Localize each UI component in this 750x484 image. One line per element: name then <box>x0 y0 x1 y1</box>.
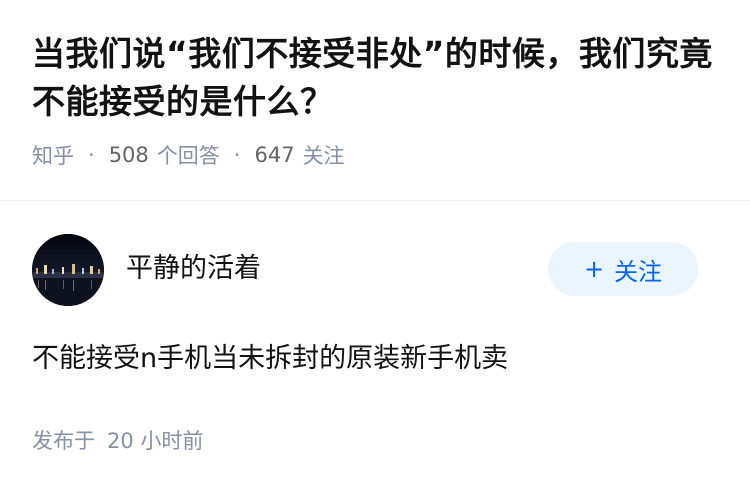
follower-count: 647 <box>254 143 295 167</box>
night-city-avatar-image <box>32 234 104 306</box>
follow-button[interactable]: + 关注 <box>548 242 698 296</box>
platform-name[interactable]: 知乎 <box>32 140 74 170</box>
avatar[interactable] <box>32 234 104 306</box>
separator-dot: · <box>233 143 241 167</box>
plus-icon: + <box>583 255 605 283</box>
answer-card: 平静的活着 + 关注 不能接受n手机当未拆封的原装新手机卖 发布于 20 小时前 <box>0 201 750 455</box>
author-name[interactable]: 平静的活着 <box>126 246 261 285</box>
answer-content[interactable]: 不能接受n手机当未拆封的原装新手机卖 <box>32 339 718 379</box>
follow-button-label: 关注 <box>614 257 663 286</box>
question-title[interactable]: 当我们说“我们不接受非处”的时候，我们究竟不能接受的是什么？ <box>32 30 718 126</box>
question-meta: 知乎 · 508 个回答 · 647 关注 <box>32 140 718 170</box>
publish-time-label: 发布于 <box>32 429 95 453</box>
publish-time-value: 20 小时前 <box>107 429 204 453</box>
answer-count-label: 个回答 <box>156 144 220 168</box>
question-header: 当我们说“我们不接受非处”的时候，我们究竟不能接受的是什么？ 知乎 · 508 … <box>0 0 750 170</box>
publish-time: 发布于 20 小时前 <box>32 425 718 455</box>
separator-dot: · <box>88 143 95 167</box>
follower-count-label: 关注 <box>302 144 345 168</box>
answer-count: 508 <box>108 143 149 167</box>
